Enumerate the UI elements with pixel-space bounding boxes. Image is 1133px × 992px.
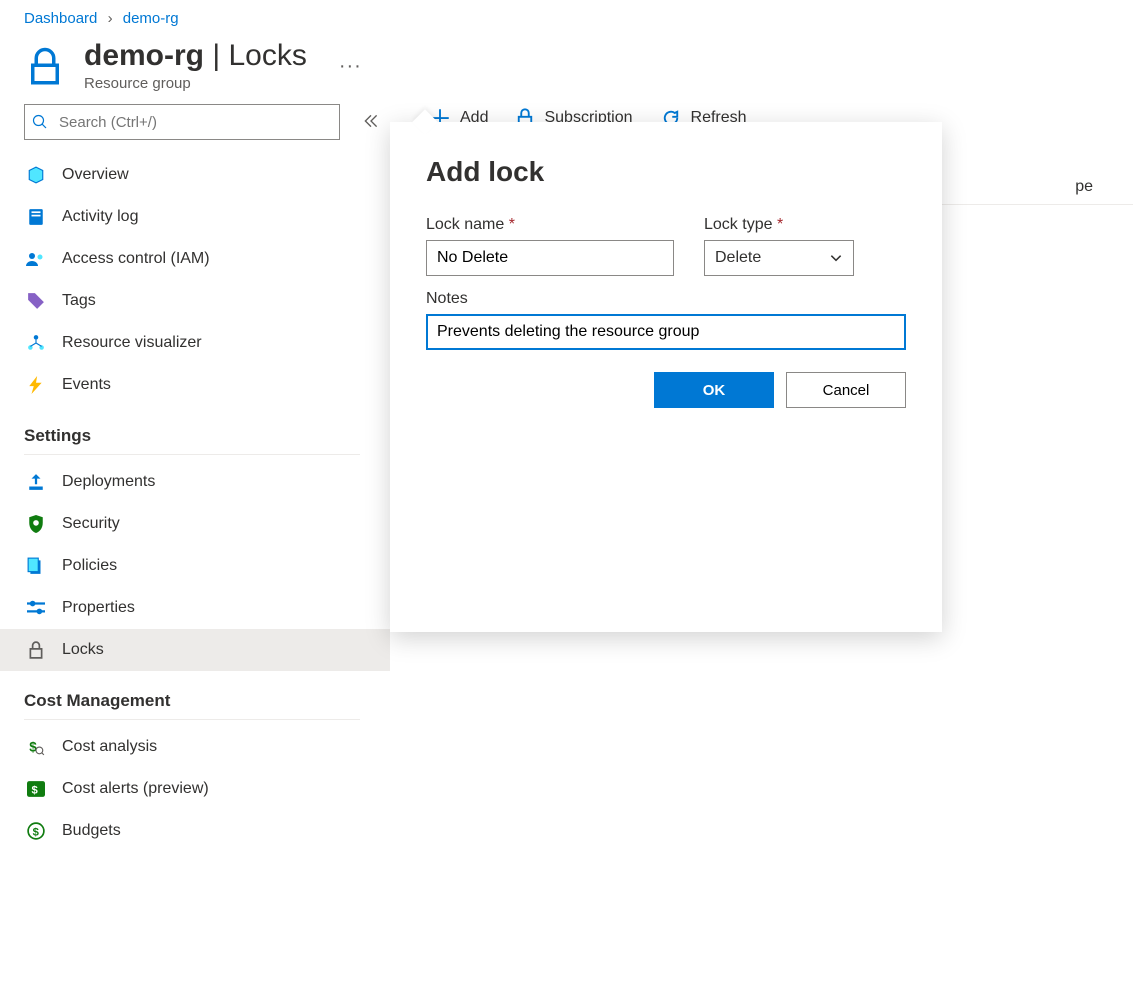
sidebar-item-label: Cost alerts (preview) [62, 780, 209, 798]
lock-type-label: Lock type * [704, 216, 854, 234]
chevron-double-left-icon [362, 112, 380, 130]
more-button[interactable]: ··· [331, 51, 370, 82]
document-stack-icon [26, 556, 46, 576]
collapse-sidebar-button[interactable] [358, 108, 384, 137]
breadcrumb-link-resource[interactable]: demo-rg [123, 10, 179, 27]
sidebar-item-label: Access control (IAM) [62, 250, 210, 268]
sidebar-item-cost-analysis[interactable]: $ Cost analysis [0, 726, 390, 768]
sidebar-item-label: Cost analysis [62, 738, 157, 756]
page-subtitle: Resource group [84, 75, 307, 92]
page-header: demo-rg | Locks Resource group ··· [0, 33, 1133, 104]
sidebar-item-label: Activity log [62, 208, 138, 226]
sidebar-item-label: Events [62, 376, 111, 394]
sidebar-item-overview[interactable]: Overview [0, 154, 390, 196]
sliders-icon [26, 598, 46, 618]
svg-text:$: $ [32, 785, 39, 797]
page-title: demo-rg | Locks [84, 41, 307, 71]
sidebar-item-deployments[interactable]: Deployments [0, 461, 390, 503]
dollar-card-icon: $ [26, 779, 46, 799]
lock-type-value: Delete [715, 249, 761, 267]
svg-text:$: $ [33, 827, 40, 839]
sidebar-item-label: Policies [62, 557, 117, 575]
lock-icon [24, 46, 66, 88]
lock-name-label: Lock name * [426, 216, 674, 234]
sidebar-item-events[interactable]: Events [0, 364, 390, 406]
search-icon [32, 114, 48, 130]
sidebar-item-label: Security [62, 515, 120, 533]
dollar-search-icon: $ [26, 737, 46, 757]
main-content: Add Subscription Refresh pe Add lock [390, 104, 1133, 862]
sidebar-heading-cost: Cost Management [24, 681, 360, 720]
sidebar: Overview Activity log Access control (IA… [0, 104, 390, 862]
sidebar-item-security[interactable]: Security [0, 503, 390, 545]
sidebar-item-activity-log[interactable]: Activity log [0, 196, 390, 238]
dialog-title: Add lock [426, 156, 906, 188]
add-lock-dialog: Add lock Lock name * Lock type * Delete [390, 122, 942, 632]
table-column-scope-partial: pe [1075, 178, 1093, 196]
upload-icon [26, 472, 46, 492]
lock-name-input[interactable] [426, 240, 674, 276]
sidebar-item-label: Budgets [62, 822, 121, 840]
lock-icon [26, 640, 46, 660]
sidebar-item-resource-visualizer[interactable]: Resource visualizer [0, 322, 390, 364]
shield-icon [26, 514, 46, 534]
sidebar-item-access-control[interactable]: Access control (IAM) [0, 238, 390, 280]
sidebar-item-label: Deployments [62, 473, 155, 491]
lock-type-select[interactable]: Delete [704, 240, 854, 276]
sidebar-item-budgets[interactable]: $ Budgets [0, 810, 390, 852]
search-wrapper [24, 104, 340, 140]
tag-icon [26, 291, 46, 311]
breadcrumb: Dashboard › demo-rg [0, 0, 1133, 33]
sidebar-item-label: Tags [62, 292, 96, 310]
sidebar-item-tags[interactable]: Tags [0, 280, 390, 322]
sidebar-item-label: Locks [62, 641, 104, 659]
ok-button[interactable]: OK [654, 372, 774, 408]
notes-label: Notes [426, 290, 906, 308]
sidebar-heading-settings: Settings [24, 416, 360, 455]
cube-icon [26, 165, 46, 185]
people-icon [26, 249, 46, 269]
sidebar-item-properties[interactable]: Properties [0, 587, 390, 629]
sidebar-item-label: Overview [62, 166, 129, 184]
sidebar-item-label: Properties [62, 599, 135, 617]
chevron-down-icon [829, 251, 843, 265]
cancel-button[interactable]: Cancel [786, 372, 906, 408]
notes-input[interactable] [426, 314, 906, 350]
lightning-icon [26, 375, 46, 395]
sidebar-item-cost-alerts[interactable]: $ Cost alerts (preview) [0, 768, 390, 810]
sidebar-item-locks[interactable]: Locks [0, 629, 390, 671]
dollar-circle-icon: $ [26, 821, 46, 841]
breadcrumb-link-dashboard[interactable]: Dashboard [24, 10, 97, 27]
breadcrumb-separator: › [108, 10, 113, 27]
search-input[interactable] [24, 104, 340, 140]
hierarchy-icon [26, 333, 46, 353]
book-icon [26, 207, 46, 227]
sidebar-item-label: Resource visualizer [62, 334, 202, 352]
sidebar-item-policies[interactable]: Policies [0, 545, 390, 587]
